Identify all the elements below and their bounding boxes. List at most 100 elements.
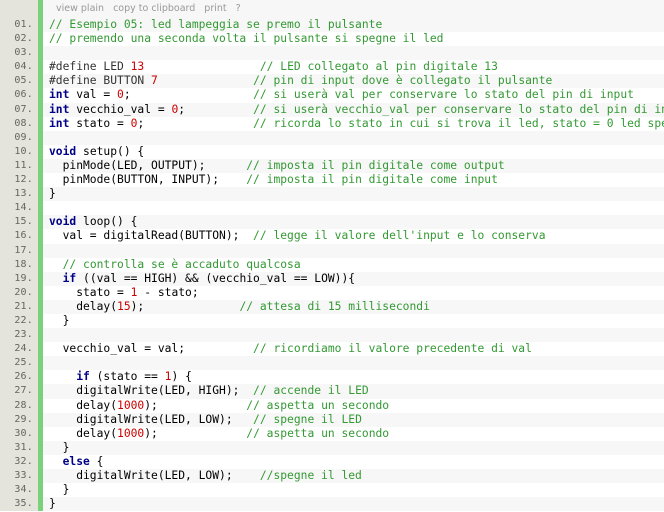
- code-line-content[interactable]: [43, 356, 664, 371]
- line-number: 06.: [0, 88, 38, 103]
- code-line-content[interactable]: digitalWrite(LED, HIGH); // accende il L…: [43, 384, 664, 399]
- code-line-content[interactable]: [43, 46, 664, 61]
- code-line-content[interactable]: // premendo una seconda volta il pulsant…: [43, 32, 664, 47]
- code-line-content[interactable]: if ((val == HIGH) && (vecchio_val == LOW…: [43, 271, 664, 286]
- code-line-content[interactable]: [43, 243, 664, 258]
- code-line: 31. }: [0, 440, 664, 455]
- code-line: 01. // Esempio 05: led lampeggia se premo…: [0, 18, 664, 33]
- code-line-content[interactable]: vecchio_val = val; // ricordiamo il valo…: [43, 342, 664, 357]
- code-line-content[interactable]: int val = 0; // si userà val per conserv…: [43, 88, 664, 103]
- code-line: 08. int stato = 0; // ricorda lo stato in…: [0, 116, 664, 131]
- code-line-content[interactable]: pinMode(LED, OUTPUT); // imposta il pin …: [43, 158, 664, 174]
- token-pln: ;: [137, 116, 254, 130]
- line-number: 01.: [0, 18, 38, 33]
- code-line-content[interactable]: }: [43, 313, 664, 329]
- token-num: 7: [151, 74, 158, 88]
- copy-to-clipboard-link[interactable]: copy to clipboard: [113, 0, 195, 18]
- code-line-content[interactable]: }: [43, 497, 664, 512]
- token-pln: );: [130, 299, 240, 313]
- code-line-content[interactable]: int vecchio_val = 0; // si userà vecchio…: [43, 102, 664, 117]
- help-link[interactable]: ?: [236, 0, 241, 18]
- token-pln: }: [49, 187, 56, 201]
- token-pln: {: [89, 454, 104, 468]
- code-line: 13.}: [0, 187, 664, 202]
- code-line: 19. if ((val == HIGH) && (vecchio_val ==…: [0, 271, 664, 286]
- code-line: 20. stato = 1 - stato;: [0, 285, 664, 300]
- token-pln: setup() {: [76, 144, 145, 158]
- code-line-content[interactable]: val = digitalRead(BUTTON); // legge il v…: [43, 229, 664, 244]
- token-type: int: [49, 88, 70, 102]
- code-line: 22. }: [0, 313, 664, 329]
- line-number: 19.: [0, 271, 38, 286]
- code-line: 25.: [0, 356, 664, 371]
- token-pln: [49, 370, 76, 383]
- token-pln: - stato;: [137, 285, 199, 299]
- token-pln: vecchio_val =: [69, 102, 172, 116]
- code-line-content[interactable]: if (stato == 1) {: [43, 370, 664, 385]
- code-block: view plain copy to clipboard print ? 01.…: [0, 0, 664, 512]
- token-com: // spegne il LED: [253, 412, 362, 426]
- token-pln: digitalWrite(LED, HIGH);: [49, 384, 254, 398]
- line-number: 21.: [0, 299, 38, 314]
- code-line: 10. void setup() {: [0, 144, 664, 159]
- line-number: 07.: [0, 102, 38, 117]
- code-line-content[interactable]: }: [43, 187, 664, 202]
- line-number: 24.: [0, 342, 38, 357]
- token-type: int: [49, 102, 70, 116]
- code-line: 26. if (stato == 1) {: [0, 370, 664, 385]
- code-line-content[interactable]: // Esempio 05: led lampeggia se premo il…: [43, 18, 664, 33]
- token-pln: }: [49, 440, 70, 454]
- print-link[interactable]: print: [204, 0, 226, 18]
- code-line: 02. // premendo una seconda volta il puls…: [0, 32, 664, 47]
- line-number: 02.: [0, 32, 38, 47]
- token-type: void: [49, 144, 77, 158]
- code-line-content[interactable]: int stato = 0; // ricorda lo stato in cu…: [43, 116, 664, 131]
- token-pln: }: [49, 497, 56, 511]
- token-com: // aspetta un secondo: [246, 398, 390, 412]
- code-line: 16. val = digitalRead(BUTTON); // legge …: [0, 229, 664, 244]
- view-plain-link[interactable]: view plain: [56, 0, 104, 18]
- line-number: 29.: [0, 412, 38, 427]
- code-line-content[interactable]: delay(1000); // aspetta un secondo: [43, 398, 664, 413]
- token-pln: );: [144, 426, 247, 440]
- code-line-content[interactable]: // controlla se è accaduto qualcosa: [43, 257, 664, 272]
- code-line-content[interactable]: [43, 130, 664, 145]
- code-line-content[interactable]: else {: [43, 454, 664, 469]
- code-line: 04. #define LED 13 // LED collegato al pi…: [0, 60, 664, 75]
- code-line-content[interactable]: void setup() {: [43, 144, 664, 159]
- code-line-content[interactable]: [43, 328, 664, 343]
- code-line-content[interactable]: stato = 1 - stato;: [43, 285, 664, 300]
- token-pln: (stato ==: [89, 370, 165, 384]
- code-line: 35.}: [0, 497, 664, 512]
- token-pln: loop() {: [76, 215, 138, 229]
- token-com: // Esempio 05: led lampeggia se premo il…: [49, 18, 383, 31]
- line-number: 11.: [0, 158, 38, 174]
- token-com: // aspetta un secondo: [246, 426, 390, 440]
- code-line-content[interactable]: }: [43, 483, 664, 498]
- code-line-content[interactable]: delay(15); // attesa di 15 millisecondi: [43, 299, 664, 314]
- token-pln: pinMode(BUTTON, INPUT);: [49, 173, 247, 187]
- code-lines: 01. // Esempio 05: led lampeggia se premo…: [0, 18, 664, 512]
- line-number: 05.: [0, 74, 38, 89]
- code-line-content[interactable]: digitalWrite(LED, LOW); // spegne il LED: [43, 412, 664, 427]
- line-number: 12.: [0, 173, 38, 188]
- code-line-content[interactable]: void loop() {: [43, 215, 664, 230]
- token-pln: delay(: [49, 398, 118, 412]
- line-number: 08.: [0, 116, 38, 131]
- code-line: 17.: [0, 243, 664, 258]
- token-com: // pin di input dove è collegato il puls…: [253, 74, 553, 88]
- code-line-content[interactable]: #define LED 13 // LED collegato al pin d…: [43, 60, 664, 75]
- code-line-content[interactable]: }: [43, 440, 664, 455]
- token-pln: pinMode(LED, OUTPUT);: [49, 158, 247, 172]
- token-pln: val = digitalRead(BUTTON);: [49, 229, 254, 243]
- code-line-content[interactable]: digitalWrite(LED, LOW); //spegne il led: [43, 469, 664, 484]
- line-number: 17.: [0, 243, 38, 258]
- code-line-content[interactable]: #define BUTTON 7 // pin di input dove è …: [43, 74, 664, 89]
- line-number: 16.: [0, 229, 38, 244]
- token-pln: delay(: [49, 299, 118, 313]
- line-number: 14.: [0, 201, 38, 216]
- code-line-content[interactable]: delay(1000); // aspetta un secondo: [43, 426, 664, 441]
- code-line-content[interactable]: [43, 201, 664, 216]
- line-number: 33.: [0, 469, 38, 484]
- code-line-content[interactable]: pinMode(BUTTON, INPUT); // imposta il pi…: [43, 173, 664, 188]
